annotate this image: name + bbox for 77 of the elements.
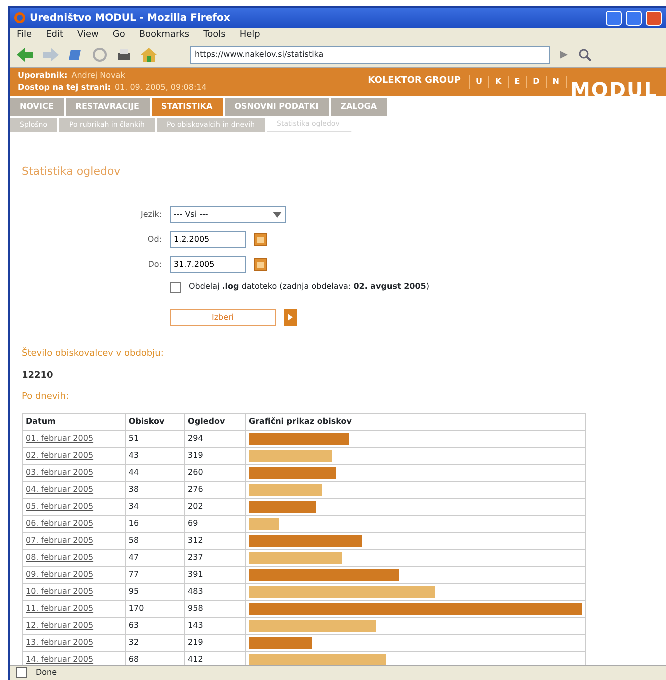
table-cell: 294 (184, 430, 246, 447)
caret-icon (273, 212, 282, 218)
user-label: Uporabnik: (18, 70, 68, 82)
access-label: Dostop na tej strani: (18, 82, 111, 94)
stop-icon[interactable] (92, 47, 108, 63)
menu-item[interactable]: Help (232, 28, 268, 44)
home-icon[interactable] (140, 47, 158, 63)
field-label: Jezik: (140, 208, 162, 220)
table-cell: 260 (184, 464, 246, 481)
field-label: Od: (146, 234, 162, 246)
table-cell: 95 (125, 583, 185, 600)
table-cell: 391 (184, 566, 246, 583)
table-cell: 143 (184, 617, 246, 634)
visitor-count: 12210 (22, 370, 54, 382)
table-cell: 43 (125, 447, 185, 464)
date-field[interactable]: 1.2.2005 (170, 231, 246, 248)
letter: E (508, 76, 528, 88)
table-cell: 170 (125, 600, 185, 617)
back-icon[interactable] (16, 47, 34, 63)
table-cell: 16 (125, 515, 185, 532)
table-cell: 63 (125, 617, 185, 634)
calendar-icon[interactable] (254, 258, 267, 271)
column-header: Grafični prikaz obiskov (246, 413, 586, 430)
column-header: Obiskov (125, 413, 185, 430)
menu-item[interactable]: View (70, 28, 106, 44)
language-dropdown[interactable]: --- Vsi --- (170, 206, 286, 223)
table-cell: 219 (184, 634, 246, 651)
letter: D (527, 76, 547, 88)
column-header: Datum (22, 413, 126, 430)
field-label: Do: (147, 258, 162, 270)
page-icon (16, 667, 28, 679)
search-icon[interactable] (578, 48, 592, 62)
table-cell: 77 (125, 566, 185, 583)
minimize-button[interactable] (606, 10, 622, 26)
table-cell: 483 (184, 583, 246, 600)
page-heading: Statistika ogledov (22, 164, 122, 180)
menu-item[interactable]: Tools (196, 28, 233, 44)
status-text: Done (36, 667, 58, 679)
maximize-button[interactable] (626, 10, 642, 26)
calendar-icon[interactable] (254, 233, 267, 246)
table-cell: 38 (125, 481, 185, 498)
checkbox[interactable] (170, 282, 181, 292)
menu-item[interactable]: File (10, 28, 40, 44)
table-cell: 276 (184, 481, 246, 498)
letter: U (470, 76, 490, 88)
menu-item[interactable]: Go (106, 28, 132, 44)
table-cell: 58 (125, 532, 185, 549)
table-cell: 32 (125, 634, 185, 651)
table-cell: 51 (125, 430, 185, 447)
table-cell: 47 (125, 549, 185, 566)
table-cell: 202 (184, 498, 246, 515)
reload-icon[interactable] (68, 47, 84, 63)
access-time: 01. 09. 2005, 09:08:14 (114, 82, 207, 94)
section-label: Po dnevih: (22, 391, 70, 404)
letter: N (546, 76, 566, 88)
table-cell: 44 (125, 464, 185, 481)
close-button[interactable] (646, 10, 662, 26)
table-cell: 319 (184, 447, 246, 464)
column-header: Ogledov (184, 413, 246, 430)
firefox-icon (14, 12, 26, 24)
user-name: Andrej Novak (72, 70, 126, 82)
section-label: Število obiskovalcev v obdobju: (22, 348, 165, 361)
table-cell: 237 (184, 549, 246, 566)
table-cell: 69 (184, 515, 246, 532)
group-name: KOLEKTOR GROUP (360, 75, 470, 89)
menu-item[interactable]: Bookmarks (132, 28, 197, 44)
window-title: Uredništvo MODUL - Mozilla Firefox (30, 12, 230, 26)
letter: K (489, 76, 509, 88)
table-cell: 958 (184, 600, 246, 617)
print-icon[interactable] (116, 47, 132, 63)
address-field[interactable]: https://www.nakelov.si/statistika (190, 46, 550, 64)
go-icon[interactable] (558, 49, 570, 61)
menu-item[interactable]: Edit (39, 28, 70, 44)
date-field[interactable]: 31.7.2005 (170, 256, 246, 273)
table-cell: 34 (125, 498, 185, 515)
table-cell: 312 (184, 532, 246, 549)
checkbox-label: Obdelaj .log datoteko (zadnja obdelava: 02. avgust 2005) (189, 281, 430, 293)
